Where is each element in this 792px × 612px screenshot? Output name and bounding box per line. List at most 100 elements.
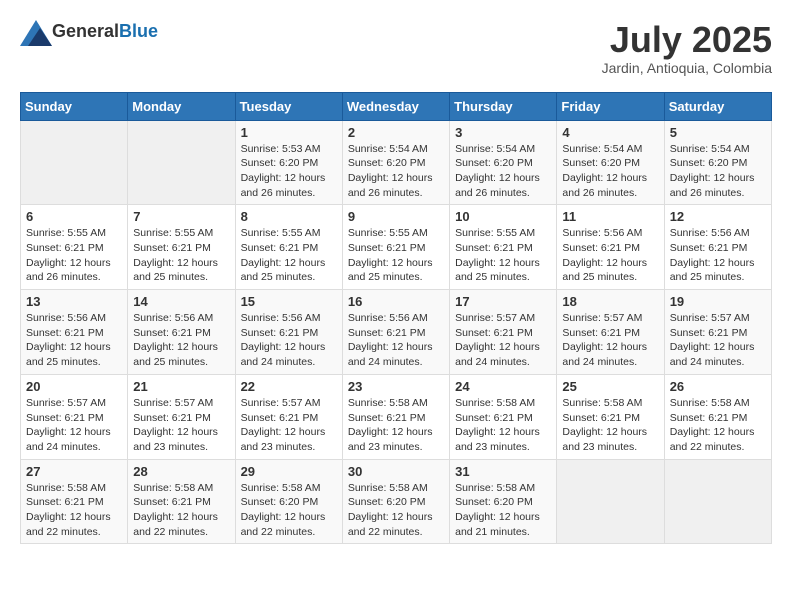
logo-blue: Blue: [119, 21, 158, 41]
day-info: Sunrise: 5:55 AMSunset: 6:21 PMDaylight:…: [348, 226, 444, 285]
day-info: Sunrise: 5:57 AMSunset: 6:21 PMDaylight:…: [670, 311, 766, 370]
day-number: 23: [348, 379, 444, 394]
weekday-header-tuesday: Tuesday: [235, 92, 342, 120]
calendar-cell: 29 Sunrise: 5:58 AMSunset: 6:20 PMDayligh…: [235, 459, 342, 544]
calendar-cell: 20 Sunrise: 5:57 AMSunset: 6:21 PMDayligh…: [21, 374, 128, 459]
day-info: Sunrise: 5:58 AMSunset: 6:21 PMDaylight:…: [670, 396, 766, 455]
calendar-cell: 10 Sunrise: 5:55 AMSunset: 6:21 PMDayligh…: [450, 205, 557, 290]
calendar-cell: [664, 459, 771, 544]
calendar-cell: 27 Sunrise: 5:58 AMSunset: 6:21 PMDayligh…: [21, 459, 128, 544]
calendar-cell: 8Sunrise: 5:55 AMSunset: 6:21 PMDaylight…: [235, 205, 342, 290]
day-info: Sunrise: 5:56 AMSunset: 6:21 PMDaylight:…: [241, 311, 337, 370]
logo-general: General: [52, 21, 119, 41]
day-number: 9: [348, 209, 444, 224]
day-info: Sunrise: 5:53 AMSunset: 6:20 PMDaylight:…: [241, 142, 337, 201]
day-number: 7: [133, 209, 229, 224]
day-number: 6: [26, 209, 122, 224]
logo: GeneralBlue: [20, 20, 158, 42]
logo-text: GeneralBlue: [52, 21, 158, 42]
calendar-cell: 12 Sunrise: 5:56 AMSunset: 6:21 PMDayligh…: [664, 205, 771, 290]
logo-icon: [20, 20, 48, 42]
calendar-cell: 16Sunrise: 5:56 AMSunset: 6:21 PMDayligh…: [342, 290, 449, 375]
day-info: Sunrise: 5:57 AMSunset: 6:21 PMDaylight:…: [26, 396, 122, 455]
location-subtitle: Jardin, Antioquia, Colombia: [602, 60, 772, 76]
weekday-header-row: SundayMondayTuesdayWednesdayThursdayFrid…: [21, 92, 772, 120]
calendar-cell: 26 Sunrise: 5:58 AMSunset: 6:21 PMDayligh…: [664, 374, 771, 459]
calendar-cell: 3 Sunrise: 5:54 AMSunset: 6:20 PMDaylight…: [450, 120, 557, 205]
calendar-cell: 15 Sunrise: 5:56 AMSunset: 6:21 PMDayligh…: [235, 290, 342, 375]
day-number: 17: [455, 294, 551, 309]
day-number: 14: [133, 294, 229, 309]
day-info: Sunrise: 5:55 AMSunset: 6:21 PMDaylight:…: [241, 226, 337, 285]
calendar-cell: 18Sunrise: 5:57 AMSunset: 6:21 PMDayligh…: [557, 290, 664, 375]
week-row-3: 13 Sunrise: 5:56 AMSunset: 6:21 PMDayligh…: [21, 290, 772, 375]
day-number: 27: [26, 464, 122, 479]
day-number: 4: [562, 125, 658, 140]
day-info: Sunrise: 5:58 AMSunset: 6:21 PMDaylight:…: [455, 396, 551, 455]
calendar-cell: 4 Sunrise: 5:54 AMSunset: 6:20 PMDaylight…: [557, 120, 664, 205]
day-number: 11: [562, 209, 658, 224]
calendar-cell: 21Sunrise: 5:57 AMSunset: 6:21 PMDayligh…: [128, 374, 235, 459]
title-block: July 2025 Jardin, Antioquia, Colombia: [602, 20, 772, 76]
calendar-cell: 11 Sunrise: 5:56 AMSunset: 6:21 PMDayligh…: [557, 205, 664, 290]
day-info: Sunrise: 5:58 AMSunset: 6:20 PMDaylight:…: [455, 481, 551, 540]
week-row-1: 1 Sunrise: 5:53 AMSunset: 6:20 PMDaylight…: [21, 120, 772, 205]
calendar-cell: 24Sunrise: 5:58 AMSunset: 6:21 PMDayligh…: [450, 374, 557, 459]
day-info: Sunrise: 5:58 AMSunset: 6:21 PMDaylight:…: [26, 481, 122, 540]
calendar-cell: 23 Sunrise: 5:58 AMSunset: 6:21 PMDayligh…: [342, 374, 449, 459]
day-info: Sunrise: 5:55 AMSunset: 6:21 PMDaylight:…: [133, 226, 229, 285]
day-info: Sunrise: 5:55 AMSunset: 6:21 PMDaylight:…: [26, 226, 122, 285]
calendar-cell: 1 Sunrise: 5:53 AMSunset: 6:20 PMDaylight…: [235, 120, 342, 205]
day-info: Sunrise: 5:58 AMSunset: 6:20 PMDaylight:…: [348, 481, 444, 540]
day-number: 25: [562, 379, 658, 394]
weekday-header-wednesday: Wednesday: [342, 92, 449, 120]
day-info: Sunrise: 5:58 AMSunset: 6:21 PMDaylight:…: [133, 481, 229, 540]
day-info: Sunrise: 5:58 AMSunset: 6:21 PMDaylight:…: [348, 396, 444, 455]
calendar-cell: 13 Sunrise: 5:56 AMSunset: 6:21 PMDayligh…: [21, 290, 128, 375]
day-info: Sunrise: 5:56 AMSunset: 6:21 PMDaylight:…: [670, 226, 766, 285]
week-row-5: 27 Sunrise: 5:58 AMSunset: 6:21 PMDayligh…: [21, 459, 772, 544]
weekday-header-monday: Monday: [128, 92, 235, 120]
calendar-cell: 5Sunrise: 5:54 AMSunset: 6:20 PMDaylight…: [664, 120, 771, 205]
day-number: 29: [241, 464, 337, 479]
day-number: 1: [241, 125, 337, 140]
day-info: Sunrise: 5:57 AMSunset: 6:21 PMDaylight:…: [241, 396, 337, 455]
day-number: 20: [26, 379, 122, 394]
day-number: 28: [133, 464, 229, 479]
day-number: 12: [670, 209, 766, 224]
day-info: Sunrise: 5:54 AMSunset: 6:20 PMDaylight:…: [670, 142, 766, 201]
day-info: Sunrise: 5:54 AMSunset: 6:20 PMDaylight:…: [562, 142, 658, 201]
calendar-cell: 31Sunrise: 5:58 AMSunset: 6:20 PMDayligh…: [450, 459, 557, 544]
calendar-table: SundayMondayTuesdayWednesdayThursdayFrid…: [20, 92, 772, 545]
day-info: Sunrise: 5:54 AMSunset: 6:20 PMDaylight:…: [455, 142, 551, 201]
calendar-cell: 6 Sunrise: 5:55 AMSunset: 6:21 PMDaylight…: [21, 205, 128, 290]
day-info: Sunrise: 5:57 AMSunset: 6:21 PMDaylight:…: [562, 311, 658, 370]
month-title: July 2025: [602, 20, 772, 60]
weekday-header-sunday: Sunday: [21, 92, 128, 120]
calendar-cell: 17Sunrise: 5:57 AMSunset: 6:21 PMDayligh…: [450, 290, 557, 375]
day-number: 10: [455, 209, 551, 224]
day-info: Sunrise: 5:56 AMSunset: 6:21 PMDaylight:…: [26, 311, 122, 370]
day-info: Sunrise: 5:58 AMSunset: 6:20 PMDaylight:…: [241, 481, 337, 540]
calendar-cell: 2Sunrise: 5:54 AMSunset: 6:20 PMDaylight…: [342, 120, 449, 205]
calendar-cell: 25Sunrise: 5:58 AMSunset: 6:21 PMDayligh…: [557, 374, 664, 459]
calendar-cell: 22 Sunrise: 5:57 AMSunset: 6:21 PMDayligh…: [235, 374, 342, 459]
day-number: 16: [348, 294, 444, 309]
day-number: 3: [455, 125, 551, 140]
calendar-cell: [21, 120, 128, 205]
calendar-cell: 9 Sunrise: 5:55 AMSunset: 6:21 PMDaylight…: [342, 205, 449, 290]
day-number: 30: [348, 464, 444, 479]
day-number: 26: [670, 379, 766, 394]
day-info: Sunrise: 5:57 AMSunset: 6:21 PMDaylight:…: [133, 396, 229, 455]
day-info: Sunrise: 5:56 AMSunset: 6:21 PMDaylight:…: [562, 226, 658, 285]
day-number: 15: [241, 294, 337, 309]
week-row-4: 20 Sunrise: 5:57 AMSunset: 6:21 PMDayligh…: [21, 374, 772, 459]
calendar-cell: 14Sunrise: 5:56 AMSunset: 6:21 PMDayligh…: [128, 290, 235, 375]
day-number: 22: [241, 379, 337, 394]
weekday-header-saturday: Saturday: [664, 92, 771, 120]
day-number: 13: [26, 294, 122, 309]
calendar-cell: 28 Sunrise: 5:58 AMSunset: 6:21 PMDayligh…: [128, 459, 235, 544]
day-info: Sunrise: 5:55 AMSunset: 6:21 PMDaylight:…: [455, 226, 551, 285]
page-header: GeneralBlue July 2025 Jardin, Antioquia,…: [20, 20, 772, 76]
week-row-2: 6 Sunrise: 5:55 AMSunset: 6:21 PMDaylight…: [21, 205, 772, 290]
